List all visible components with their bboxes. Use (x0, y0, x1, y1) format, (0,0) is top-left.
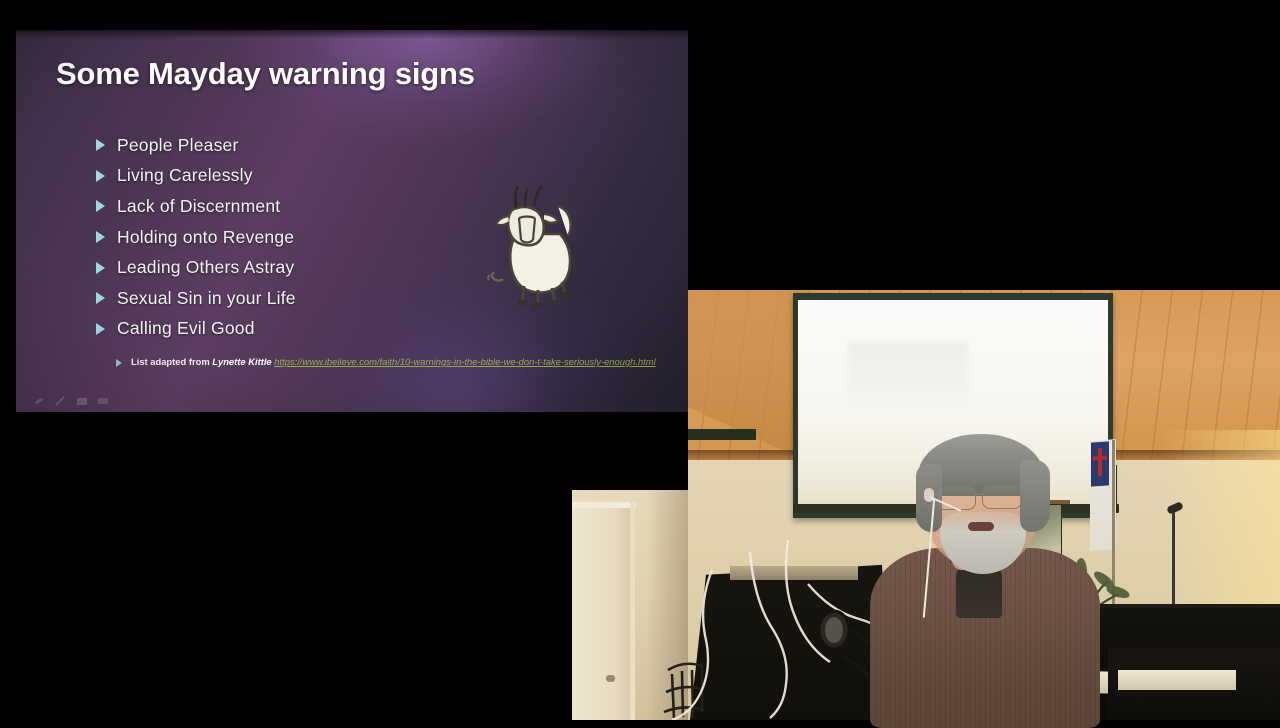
footnote-author: Lynette Kittle (212, 356, 272, 367)
bullet-arrow-icon (96, 322, 105, 335)
bullet-arrow-icon (96, 169, 105, 182)
more-options-icon[interactable] (97, 396, 109, 406)
door-knob (606, 675, 615, 682)
screen-capture-canvas: Some Mayday warning signs People Pleaser… (0, 0, 1280, 728)
pen-pointer-icon[interactable] (34, 396, 46, 406)
slide-footnote: List adapted from Lynette Kittle https:/… (116, 355, 686, 369)
window-frame (688, 429, 756, 440)
door-side-trim (630, 502, 635, 720)
bullet-item: Sexual Sin in your Life (96, 283, 526, 314)
bullet-arrow-icon (96, 292, 105, 305)
cartoon-sheep-image (486, 182, 596, 307)
pen-icon[interactable] (55, 396, 67, 406)
eyeglasses-right-lens (982, 485, 1022, 509)
metal-chair (662, 640, 742, 720)
bullet-item: Calling Evil Good (96, 314, 526, 345)
bullet-item: Living Carelessly (96, 161, 526, 192)
bullet-label: Holding onto Revenge (117, 226, 295, 247)
bullet-item: Leading Others Astray (96, 252, 526, 283)
slide-title: Some Mayday warning signs (56, 56, 475, 91)
footnote-prefix: List adapted from (131, 356, 213, 367)
bullet-label: Sexual Sin in your Life (117, 287, 296, 308)
eyeglasses-left-lens (936, 486, 976, 510)
bullet-label: Calling Evil Good (117, 318, 255, 339)
interior-door (572, 502, 635, 720)
speaker-person (860, 430, 1120, 728)
slide-bullet-list: People Pleaser Living Carelessly Lack of… (96, 130, 526, 344)
bullet-arrow-icon (96, 261, 105, 274)
presenter-toolbar[interactable] (34, 396, 109, 406)
bullet-label: Leading Others Astray (117, 257, 295, 278)
bullet-item: Holding onto Revenge (96, 222, 526, 253)
bullet-arrow-icon (96, 139, 105, 152)
slide-top-shading (16, 30, 688, 39)
footnote-body: List adapted from Lynette Kittle https:/… (131, 355, 656, 369)
bullet-arrow-icon (96, 231, 105, 244)
pulpit-cloth (1118, 670, 1236, 690)
footnote-arrow-icon (116, 359, 122, 367)
speaker-hair-right (1020, 460, 1050, 532)
speaker-mouth (968, 522, 994, 531)
footnote-url-link[interactable]: https://www.ibelieve.com/faith/10-warnin… (274, 356, 655, 367)
bullet-item: Lack of Discernment (96, 191, 526, 222)
bullet-item: People Pleaser (96, 130, 526, 161)
bullet-label: People Pleaser (117, 134, 239, 155)
bullet-arrow-icon (96, 200, 105, 213)
bullet-label: Living Carelessly (117, 165, 253, 186)
slide-thumbnail-icon[interactable] (76, 396, 88, 406)
eyeglasses-bridge (973, 493, 983, 495)
bullet-label: Lack of Discernment (117, 195, 281, 216)
equipment-top-rail (730, 566, 858, 580)
door-header-trim (572, 502, 636, 508)
projected-content-ghost (848, 342, 968, 412)
shared-slide-region[interactable]: Some Mayday warning signs People Pleaser… (16, 30, 688, 412)
